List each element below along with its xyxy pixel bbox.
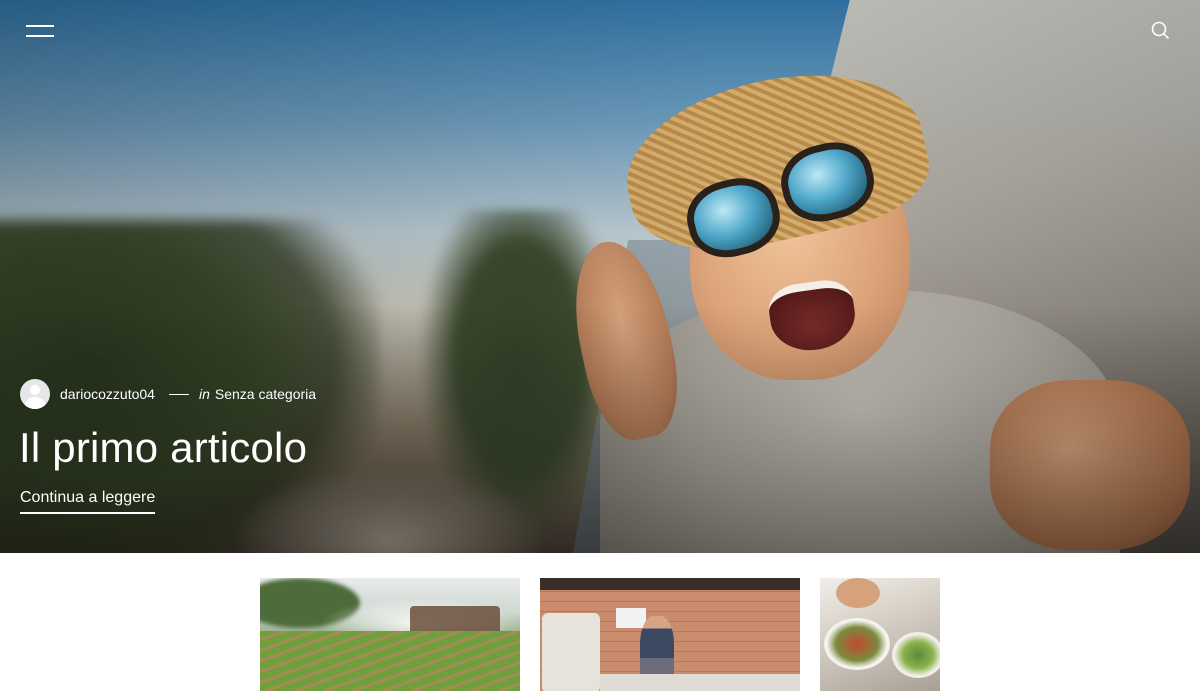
post-title[interactable]: Il primo articolo	[19, 420, 307, 476]
thumb-hand	[836, 578, 880, 608]
thumb-fridge	[542, 613, 600, 691]
thumb-terraces	[260, 631, 520, 691]
thumb-microwave	[616, 608, 646, 628]
menu-button[interactable]	[26, 22, 54, 40]
avatar-head	[30, 385, 40, 395]
search-button[interactable]	[1150, 20, 1170, 40]
post-thumbnail-rice-terraces[interactable]	[260, 578, 520, 691]
hamburger-menu-icon-bar	[26, 35, 54, 37]
author-link[interactable]: dariocozzuto04	[60, 386, 155, 402]
search-icon	[1151, 21, 1169, 39]
avatar-body	[25, 397, 45, 409]
thumb-bowl	[892, 632, 940, 678]
post-meta: dariocozzuto04 in Senza categoria	[20, 379, 316, 409]
thumb-counter	[600, 674, 800, 691]
read-more-link[interactable]: Continua a leggere	[20, 488, 156, 514]
thumb-plate	[824, 618, 890, 670]
meta-separator	[168, 393, 189, 395]
meta-in-label: in	[198, 386, 210, 402]
category-link[interactable]: Senza categoria	[215, 386, 316, 402]
hero-section: dariocozzuto04 in Senza categoria Il pri…	[0, 0, 1200, 553]
post-thumbnail-salad[interactable]	[820, 578, 940, 691]
thumb-ceiling	[540, 578, 800, 590]
avatar[interactable]	[20, 379, 50, 409]
hamburger-menu-icon	[26, 25, 54, 27]
post-thumbnail-kitchen[interactable]	[540, 578, 800, 691]
